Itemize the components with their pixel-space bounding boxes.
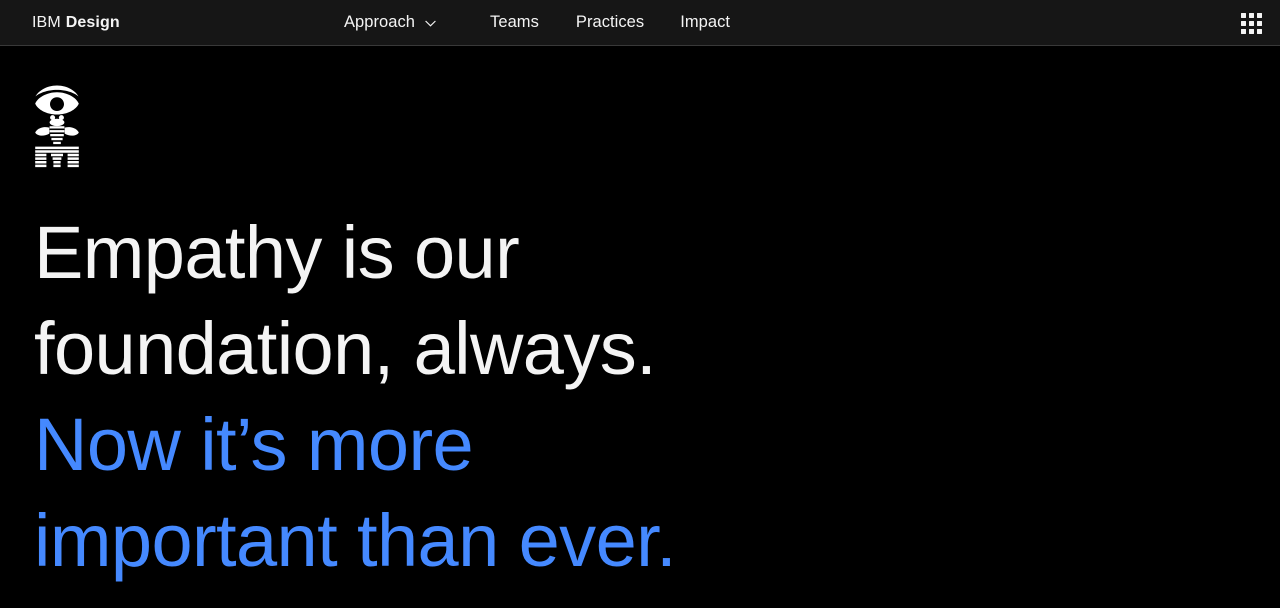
bee-glyph	[35, 115, 79, 145]
headline-line-3: Now it’s more	[34, 403, 474, 486]
headline-line-4: important than ever.	[34, 499, 677, 582]
nav-item-approach[interactable]: Approach	[344, 13, 490, 32]
brand-logotype[interactable]: IBM Design	[32, 14, 120, 32]
grid-dot	[1241, 28, 1246, 34]
nav-item-label: Approach	[344, 13, 416, 31]
grid-nine-dots-icon[interactable]	[1234, 6, 1268, 40]
headline-line-2: foundation, always.	[34, 307, 657, 390]
nav-item-impact[interactable]: Impact	[680, 13, 754, 32]
nav-item-label: Teams	[490, 13, 539, 31]
site-header: IBM Design Approach Teams Practices Impa…	[0, 0, 1280, 46]
letter-m-glyph	[35, 146, 79, 168]
grid-dot	[1249, 12, 1254, 18]
nav-item-label: Impact	[680, 13, 731, 31]
hero-section: Empathy is our foundation, always. Now i…	[0, 46, 1280, 589]
headline-line-1: Empathy is our	[34, 211, 520, 294]
chevron-down-icon	[424, 17, 437, 30]
grid-dot	[1257, 20, 1262, 26]
hero-headline: Empathy is our foundation, always. Now i…	[34, 205, 1280, 589]
grid-dot	[1257, 28, 1262, 34]
nav-item-label: Practices	[575, 13, 645, 31]
brand-prefix: IBM	[32, 13, 61, 31]
grid-dot	[1257, 12, 1262, 18]
grid-dot	[1241, 20, 1246, 26]
grid-dot	[1249, 20, 1254, 26]
nav-item-teams[interactable]: Teams	[490, 13, 576, 32]
grid-dot	[1249, 28, 1254, 34]
primary-navigation: Approach Teams Practices Impact	[344, 13, 754, 32]
nav-item-practices[interactable]: Practices	[576, 13, 680, 32]
brand-suffix: Design	[65, 13, 120, 31]
eye-glyph	[35, 85, 79, 115]
eye-bee-m-rebus-logo	[35, 85, 79, 168]
grid-dot	[1241, 12, 1246, 18]
